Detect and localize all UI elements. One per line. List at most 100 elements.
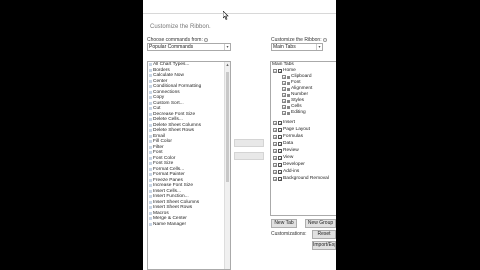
command-icon: [149, 118, 152, 122]
expand-icon[interactable]: +: [282, 105, 286, 110]
checkbox-checked-icon[interactable]: ✓: [278, 142, 282, 147]
tree-item-label: Formulas: [283, 134, 303, 139]
command-icon: [149, 134, 152, 138]
add-button[interactable]: [234, 139, 264, 147]
tree-group-item[interactable]: + Editing: [282, 110, 306, 116]
expand-icon[interactable]: +: [273, 170, 277, 175]
scrollbar-thumb[interactable]: [226, 72, 229, 182]
commands-scrollbar[interactable]: ▲: [224, 62, 230, 269]
tree-item-label: Data: [283, 141, 294, 146]
mouse-cursor-icon: [223, 11, 229, 20]
new-tab-button[interactable]: New Tab: [271, 219, 297, 228]
expand-icon[interactable]: +: [282, 81, 286, 86]
expand-icon[interactable]: +: [273, 163, 277, 168]
commands-list[interactable]: All Chart Types... Borders Calculate Now Ce…: [147, 61, 231, 270]
expand-icon[interactable]: +: [273, 135, 277, 140]
tree-item-label: Background Removal: [283, 176, 329, 181]
pane-title: Customize the Ribbon.: [150, 24, 211, 30]
tree-item-label: Insert: [283, 120, 295, 125]
tree-item-label: Add-ins: [283, 169, 300, 174]
list-item[interactable]: Name Manager: [148, 222, 230, 228]
group-icon: [287, 99, 290, 103]
checkbox-checked-icon[interactable]: ✓: [278, 177, 282, 182]
command-icon: [149, 90, 152, 94]
command-icon: [149, 145, 152, 149]
expand-icon[interactable]: +: [282, 93, 286, 98]
ribbon-tabs-dropdown-value: Main Tabs: [273, 44, 296, 50]
tree-item-tab[interactable]: + ✓ Background Removal: [273, 176, 329, 182]
checkbox-checked-icon[interactable]: ✓: [278, 69, 282, 74]
ribbon-tabs-dropdown[interactable]: Main Tabs ▾: [271, 43, 323, 51]
list-item-label: Name Manager: [153, 221, 187, 227]
expand-icon[interactable]: +: [273, 177, 277, 182]
command-icon: [149, 156, 152, 160]
command-icon: [149, 217, 152, 221]
expand-icon[interactable]: +: [273, 156, 277, 161]
command-icon: [149, 101, 152, 105]
command-icon: [149, 189, 152, 193]
tree-item-label: Developer: [283, 162, 305, 167]
expand-icon[interactable]: +: [282, 111, 286, 116]
expand-icon[interactable]: +: [273, 128, 277, 133]
expand-icon[interactable]: +: [282, 99, 286, 104]
tree-item-tab[interactable]: + ✓ Formulas: [273, 134, 303, 140]
command-icon: [149, 178, 152, 182]
import-export-button[interactable]: Import/Export: [312, 241, 336, 250]
expand-icon[interactable]: +: [282, 75, 286, 80]
tree-item-tab[interactable]: + ✓ Review: [273, 148, 299, 154]
command-icon: [149, 222, 152, 226]
reset-button[interactable]: Reset: [312, 230, 336, 239]
ribbon-tree[interactable]: Main Tabs − ✓ Home + Clipboard + Font + Align…: [270, 61, 336, 216]
scroll-up-icon[interactable]: ▲: [225, 62, 230, 68]
group-icon: [287, 81, 290, 85]
tree-item-tab[interactable]: + ✓ Page Layout: [273, 127, 310, 133]
command-icon: [149, 123, 152, 127]
expand-icon[interactable]: +: [273, 121, 277, 126]
command-icon: [149, 68, 152, 72]
dialog-top-edge: [143, 0, 336, 14]
checkbox-checked-icon[interactable]: ✓: [278, 121, 282, 126]
collapse-icon[interactable]: −: [273, 69, 277, 74]
command-icon: [149, 79, 152, 83]
expand-icon[interactable]: +: [273, 149, 277, 154]
commands-dropdown-value: Popular Commands: [149, 44, 194, 50]
remove-button[interactable]: [234, 152, 264, 160]
command-icon: [149, 211, 152, 215]
checkbox-checked-icon[interactable]: ✓: [278, 128, 282, 133]
commands-list-items: All Chart Types... Borders Calculate Now Ce…: [148, 62, 230, 227]
command-icon: [149, 63, 152, 67]
tree-item-label: Review: [283, 148, 299, 153]
new-group-button[interactable]: New Group: [305, 219, 336, 228]
command-icon: [149, 200, 152, 204]
checkbox-checked-icon[interactable]: ✓: [278, 149, 282, 154]
command-icon: [149, 74, 152, 78]
checkbox-checked-icon[interactable]: ✓: [278, 156, 282, 161]
commands-dropdown[interactable]: Popular Commands ▾: [147, 43, 231, 51]
customizations-label: Customizations:: [271, 231, 307, 237]
expand-icon[interactable]: +: [282, 87, 286, 92]
info-icon: [203, 37, 208, 42]
command-icon: [149, 85, 152, 89]
command-icon: [149, 167, 152, 171]
checkbox-checked-icon[interactable]: ✓: [278, 135, 282, 140]
group-icon: [287, 105, 290, 109]
checkbox-checked-icon[interactable]: ✓: [278, 170, 282, 175]
command-icon: [149, 173, 152, 177]
chevron-down-icon[interactable]: ▾: [224, 44, 230, 50]
info-icon: [322, 37, 327, 42]
command-icon: [149, 129, 152, 133]
command-icon: [149, 162, 152, 166]
tree-item-tab[interactable]: + ✓ View: [273, 155, 293, 161]
tree-item-tab[interactable]: + ✓ Data: [273, 141, 293, 147]
tree-item-label: View: [283, 155, 294, 160]
chevron-down-icon[interactable]: ▾: [316, 44, 322, 50]
tree-item-tab[interactable]: + ✓ Insert: [273, 120, 295, 126]
tree-item-label: Editing: [291, 110, 306, 115]
command-icon: [149, 96, 152, 100]
tree-item-label: Page Layout: [283, 127, 310, 132]
tree-item-tab[interactable]: + ✓ Developer: [273, 162, 305, 168]
tree-item-tab[interactable]: + ✓ Add-ins: [273, 169, 299, 175]
checkbox-checked-icon[interactable]: ✓: [278, 163, 282, 168]
expand-icon[interactable]: +: [273, 142, 277, 147]
command-icon: [149, 140, 152, 144]
